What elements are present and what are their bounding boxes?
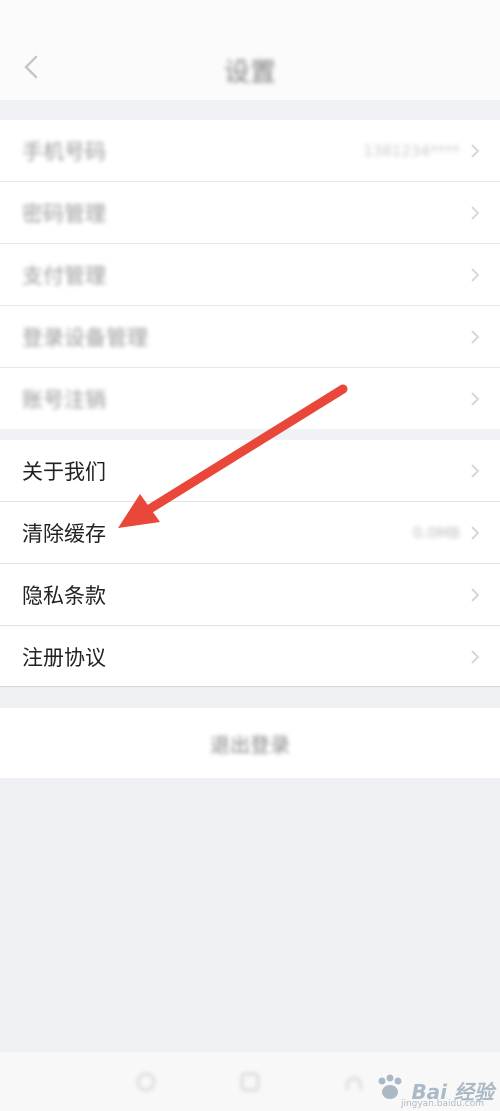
row-label: 隐私条款 — [22, 583, 106, 608]
watermark-sub: jingyan.baidu.com — [400, 1099, 484, 1109]
settings-row-agreement[interactable]: 注册协议 — [0, 626, 500, 687]
row-label: 关于我们 — [22, 459, 106, 484]
logout-label: 退出登录 — [210, 732, 290, 757]
settings-row-privacy[interactable]: 隐私条款 — [0, 564, 500, 626]
list-icon[interactable] — [238, 1070, 262, 1094]
row-label: 清除缓存 — [22, 521, 106, 546]
logout-button[interactable]: 退出登录 — [0, 708, 500, 778]
chevron-right-icon — [466, 586, 484, 604]
app-settings-group: 关于我们 清除缓存 0.0MB 隐私条款 注册协议 — [0, 440, 500, 687]
bottom-nav: Bai 经验 jingyan.baidu.com — [0, 1052, 500, 1111]
chevron-right-icon — [466, 524, 484, 542]
settings-row-about[interactable]: 关于我们 — [0, 440, 500, 502]
home-icon[interactable] — [134, 1070, 158, 1094]
dim-overlay — [0, 0, 500, 440]
divider — [0, 686, 500, 687]
row-label: 注册协议 — [22, 645, 106, 670]
row-value: 0.0MB — [412, 523, 460, 542]
chevron-right-icon — [466, 648, 484, 666]
watermark: Bai 经验 jingyan.baidu.com — [373, 1073, 494, 1109]
chevron-right-icon — [466, 462, 484, 480]
settings-row-clear-cache[interactable]: 清除缓存 0.0MB — [0, 502, 500, 564]
profile-icon[interactable] — [342, 1070, 366, 1094]
